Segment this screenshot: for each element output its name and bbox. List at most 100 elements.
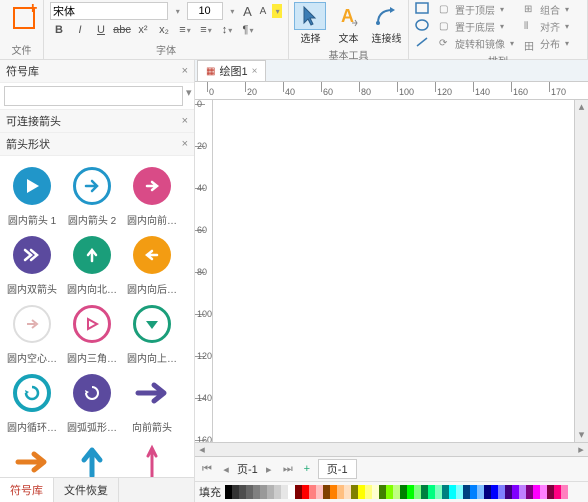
shape-ellipse-icon[interactable]: [415, 19, 429, 34]
vertical-scrollbar[interactable]: ▴ ▾: [574, 100, 588, 442]
color-swatch[interactable]: [288, 485, 295, 499]
color-swatch[interactable]: [232, 485, 239, 499]
shape-item[interactable]: 圆内箭头 1: [4, 162, 60, 227]
color-swatch[interactable]: [281, 485, 288, 499]
color-swatch[interactable]: [526, 485, 533, 499]
font-size-select[interactable]: [187, 2, 223, 20]
color-swatch[interactable]: [323, 485, 330, 499]
shape-item[interactable]: 圆内向前…: [124, 162, 180, 227]
subscript-button[interactable]: x₂: [155, 21, 173, 39]
color-swatch[interactable]: [547, 485, 554, 499]
color-swatch[interactable]: [344, 485, 351, 499]
color-swatch[interactable]: [407, 485, 414, 499]
shape-item[interactable]: 向前箭头: [124, 369, 180, 434]
underline-button[interactable]: U: [92, 21, 110, 39]
close-category-icon[interactable]: ×: [182, 115, 188, 127]
footer-tab-library[interactable]: 符号库: [0, 478, 54, 502]
color-swatch[interactable]: [393, 485, 400, 499]
color-swatch[interactable]: [477, 485, 484, 499]
color-swatch[interactable]: [554, 485, 561, 499]
footer-tab-recovery[interactable]: 文件恢复: [54, 478, 119, 502]
prev-page-icon[interactable]: ◂: [218, 461, 234, 477]
color-swatch[interactable]: [512, 485, 519, 499]
highlight-color-icon[interactable]: [272, 4, 282, 18]
bold-button[interactable]: B: [50, 21, 68, 39]
font-family-dropdown-icon[interactable]: [171, 2, 184, 20]
shape-item[interactable]: 圆内向后…: [124, 231, 180, 296]
color-swatch[interactable]: [449, 485, 456, 499]
color-swatch[interactable]: [358, 485, 365, 499]
distribute-button[interactable]: 田分布: [524, 36, 569, 51]
color-swatch[interactable]: [253, 485, 260, 499]
close-category-icon[interactable]: ×: [182, 138, 188, 150]
color-swatch[interactable]: [267, 485, 274, 499]
color-swatch[interactable]: [372, 485, 379, 499]
category-arrow-shapes[interactable]: 箭头形状: [6, 136, 50, 152]
color-swatch[interactable]: [351, 485, 358, 499]
color-swatch[interactable]: [519, 485, 526, 499]
color-swatch[interactable]: [400, 485, 407, 499]
color-swatch[interactable]: [225, 485, 232, 499]
color-swatch[interactable]: [540, 485, 547, 499]
color-swatch[interactable]: [386, 485, 393, 499]
shape-item[interactable]: [4, 438, 60, 477]
number-list-icon[interactable]: ≡: [197, 21, 215, 39]
color-swatch[interactable]: [316, 485, 323, 499]
symbol-search-input[interactable]: [4, 86, 183, 106]
color-swatch[interactable]: [330, 485, 337, 499]
paragraph-icon[interactable]: ¶: [239, 21, 257, 39]
color-swatch[interactable]: [442, 485, 449, 499]
color-swatch[interactable]: [498, 485, 505, 499]
color-swatch[interactable]: [365, 485, 372, 499]
color-swatch[interactable]: [505, 485, 512, 499]
color-swatch[interactable]: [484, 485, 491, 499]
bring-front-button[interactable]: ▢置于顶层: [439, 2, 514, 17]
select-tool[interactable]: 选择: [294, 2, 328, 45]
color-swatch[interactable]: [456, 485, 463, 499]
line-spacing-icon[interactable]: ↕: [218, 21, 236, 39]
color-swatch[interactable]: [561, 485, 568, 499]
rotate-mirror-button[interactable]: ⟳旋转和镜像: [439, 36, 514, 51]
color-swatch[interactable]: [239, 485, 246, 499]
group-button[interactable]: ⊞组合: [524, 2, 569, 17]
color-swatch[interactable]: [421, 485, 428, 499]
shape-item[interactable]: 圆内循环…: [4, 369, 60, 434]
next-page-icon[interactable]: ▸: [261, 461, 277, 477]
color-swatch[interactable]: [463, 485, 470, 499]
color-swatch[interactable]: [302, 485, 309, 499]
shape-item[interactable]: 圆内空心…: [4, 300, 60, 365]
color-swatch[interactable]: [295, 485, 302, 499]
drawing-canvas[interactable]: [213, 100, 574, 442]
connector-tool[interactable]: 连接线: [370, 2, 404, 45]
shape-item[interactable]: 圆内向北…: [64, 231, 120, 296]
color-swatch[interactable]: [435, 485, 442, 499]
page-tab[interactable]: 页-1: [318, 459, 357, 479]
color-swatch[interactable]: [533, 485, 540, 499]
color-swatch[interactable]: [246, 485, 253, 499]
color-swatch[interactable]: [491, 485, 498, 499]
shape-item[interactable]: [124, 438, 180, 477]
color-swatch[interactable]: [274, 485, 281, 499]
font-family-select[interactable]: [50, 2, 168, 20]
text-tool[interactable]: A 文本: [332, 2, 366, 45]
color-swatch[interactable]: [428, 485, 435, 499]
new-file-icon[interactable]: [8, 2, 36, 30]
color-swatch[interactable]: [414, 485, 421, 499]
close-tab-icon[interactable]: ×: [252, 66, 258, 77]
italic-button[interactable]: I: [71, 21, 89, 39]
shape-item[interactable]: 圆弧弧形…: [64, 369, 120, 434]
align-button[interactable]: ⫴对齐: [524, 19, 569, 34]
shape-item[interactable]: 圆内三角…: [64, 300, 120, 365]
shape-item[interactable]: [64, 438, 120, 477]
font-size-dropdown-icon[interactable]: [226, 2, 239, 20]
shape-line-icon[interactable]: [415, 36, 429, 51]
color-swatch[interactable]: [379, 485, 386, 499]
last-page-icon[interactable]: ⏭: [280, 461, 296, 477]
superscript-button[interactable]: x²: [134, 21, 152, 39]
color-swatch[interactable]: [260, 485, 267, 499]
document-tab[interactable]: ▦ 绘图1 ×: [197, 60, 266, 81]
strike-button[interactable]: abc: [113, 21, 131, 39]
color-swatch[interactable]: [309, 485, 316, 499]
shape-item[interactable]: 圆内箭头 2: [64, 162, 120, 227]
send-back-button[interactable]: ▢置于底层: [439, 19, 514, 34]
